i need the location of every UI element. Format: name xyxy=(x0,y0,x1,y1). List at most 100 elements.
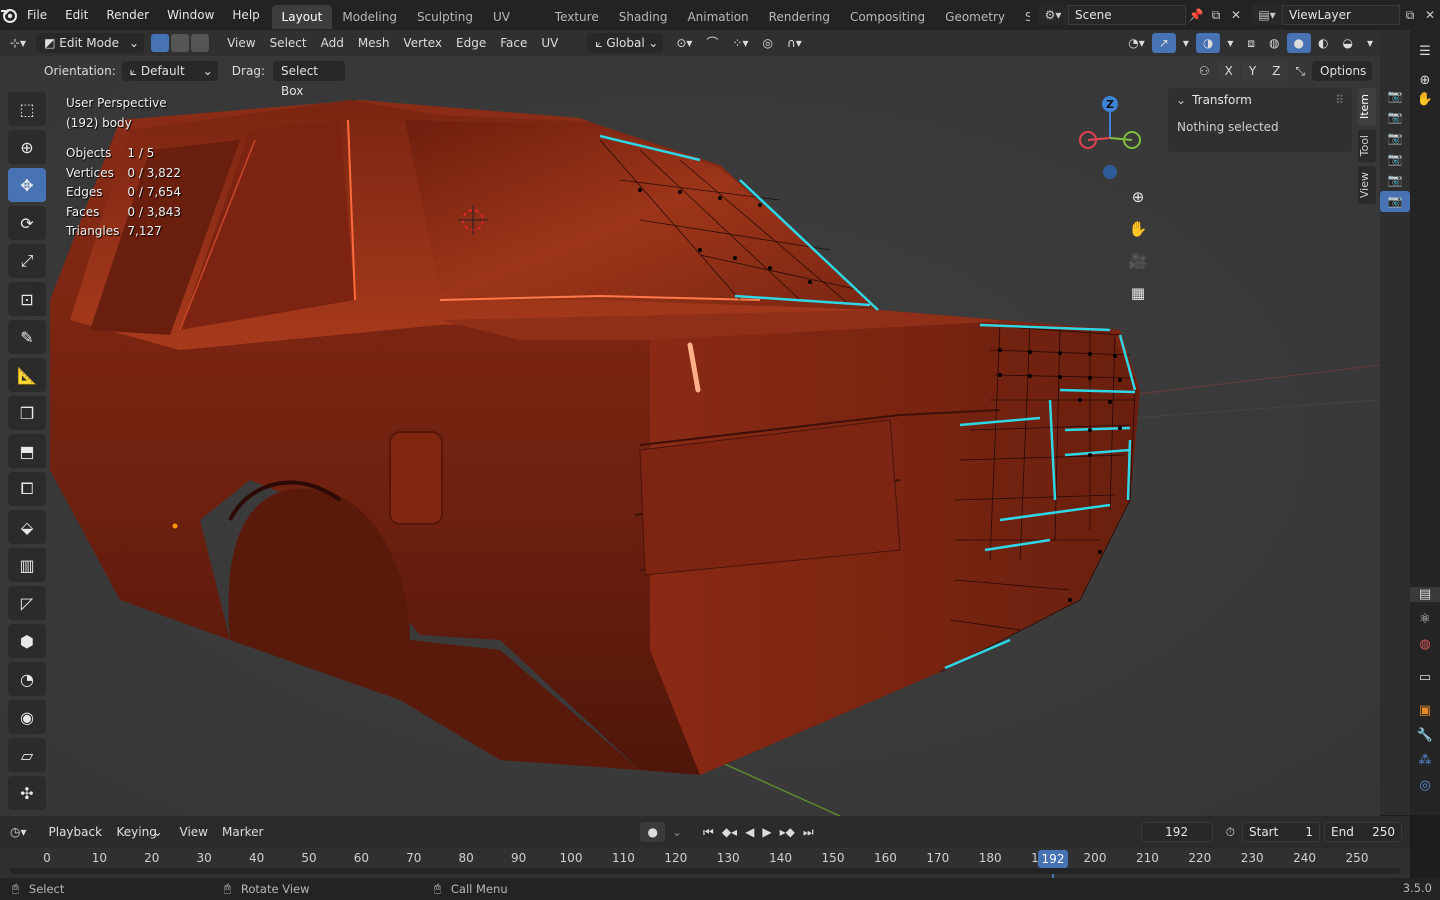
new-scene-icon[interactable]: ⧉ xyxy=(1206,5,1226,25)
material-shading-icon[interactable]: ◐ xyxy=(1311,33,1335,53)
timeline-ruler[interactable]: 0 10 20 30 40 50 60 70 80 90 100 110 120 130 140 150 160… xyxy=(0,848,1410,878)
edge-select-mode-icon[interactable] xyxy=(171,34,190,52)
zoom-icon[interactable]: ⊕ xyxy=(1124,183,1152,211)
camera-icon[interactable]: 📷 xyxy=(1380,170,1410,191)
properties-tool-icon[interactable]: ▤ xyxy=(1410,587,1440,602)
tab-scripting[interactable]: Scripting xyxy=(1015,5,1030,29)
visibility-icon[interactable]: ◔▾ xyxy=(1121,33,1152,53)
snap-icon[interactable]: ⌒ xyxy=(699,33,725,53)
tab-rendering[interactable]: Rendering xyxy=(759,5,840,29)
axis-y-toggle[interactable]: Y xyxy=(1241,61,1264,81)
tab-uv-editing[interactable]: UV Editing xyxy=(483,5,545,48)
overlay-dropdown-icon[interactable]: ▾ xyxy=(1220,33,1240,53)
shrink-fatten-tool-icon[interactable]: ✣ xyxy=(8,776,46,810)
select-box-tool-icon[interactable]: ⬚ xyxy=(8,92,46,126)
add-icon[interactable]: ⊕ xyxy=(1410,73,1440,88)
navigation-gizmo[interactable]: Z xyxy=(1076,92,1146,184)
axis-z-toggle[interactable]: Z xyxy=(1265,61,1288,81)
menu-add[interactable]: Add xyxy=(314,33,351,53)
outliner-icon[interactable]: ☰ xyxy=(1410,44,1440,59)
gizmo-dropdown-icon[interactable]: ▾ xyxy=(1176,33,1196,53)
drag-dropdown[interactable]: Select Box xyxy=(272,61,345,98)
snap-target-icon[interactable]: ⁘▾ xyxy=(725,33,755,53)
scene-name-field[interactable]: Scene xyxy=(1068,5,1186,25)
axis-x-toggle[interactable]: X xyxy=(1217,61,1240,81)
menu-mesh[interactable]: Mesh xyxy=(351,33,397,53)
playhead-frame[interactable]: 192 xyxy=(1038,850,1068,868)
camera-icon[interactable]: 📷 xyxy=(1380,191,1410,212)
world-props-icon[interactable]: ◍ xyxy=(1410,637,1440,652)
tab-item[interactable]: Item xyxy=(1358,88,1376,126)
auto-merge-icon[interactable]: ⤡ xyxy=(1288,61,1312,81)
drag-handle-icon[interactable]: ⠿ xyxy=(1335,93,1344,107)
shading-dropdown-icon[interactable]: ▾ xyxy=(1360,33,1380,53)
tab-layout[interactable]: Layout xyxy=(271,4,333,29)
new-viewlayer-icon[interactable]: ⧉ xyxy=(1400,5,1420,25)
menu-select[interactable]: Select xyxy=(263,33,314,53)
pin-icon[interactable]: 📌 xyxy=(1186,5,1206,25)
scale-tool-icon[interactable]: ⤢ xyxy=(8,244,46,278)
transform-section-header[interactable]: ⌄ Transform ⠿ xyxy=(1168,88,1352,112)
smooth-tool-icon[interactable]: ◉ xyxy=(8,700,46,734)
falloff-icon[interactable]: ∩▾ xyxy=(780,33,809,53)
play-reverse-icon[interactable]: ◀ xyxy=(741,822,758,842)
tab-animation[interactable]: Animation xyxy=(677,5,758,29)
solid-shading-icon[interactable]: ● xyxy=(1286,33,1311,53)
camera-icon[interactable]: 📷 xyxy=(1380,107,1410,128)
viewlayer-name-field[interactable]: ViewLayer xyxy=(1282,5,1400,25)
timeline-editor-type-icon[interactable]: ◷▾ xyxy=(0,822,37,842)
particles-props-icon[interactable]: ⁂ xyxy=(1410,753,1440,768)
play-icon[interactable]: ▶ xyxy=(758,822,775,842)
keyframe-type-icon[interactable]: ⌄ xyxy=(665,822,689,842)
collection-props-icon[interactable]: ▭ xyxy=(1410,670,1440,685)
object-props-icon[interactable]: ▣ xyxy=(1410,703,1440,718)
tab-view[interactable]: View xyxy=(1358,166,1376,205)
timeline-scrollbar[interactable] xyxy=(10,868,1400,874)
tab-sculpting[interactable]: Sculpting xyxy=(407,5,483,29)
tab-compositing[interactable]: Compositing xyxy=(840,5,935,29)
tab-shading[interactable]: Shading xyxy=(609,5,678,29)
tab-modeling[interactable]: Modeling xyxy=(332,5,407,29)
rotate-tool-icon[interactable]: ⟳ xyxy=(8,206,46,240)
delete-viewlayer-icon[interactable]: ✕ xyxy=(1420,5,1440,25)
rendered-shading-icon[interactable]: ◒ xyxy=(1335,33,1359,53)
vertex-select-mode-icon[interactable] xyxy=(151,34,170,52)
pivot-point-icon[interactable]: ⊙▾ xyxy=(669,33,699,53)
poly-build-tool-icon[interactable]: ⬢ xyxy=(8,624,46,658)
menu-uv[interactable]: UV xyxy=(534,33,565,53)
mode-dropdown[interactable]: ◩ Edit Mode ⌄ xyxy=(36,33,145,53)
gizmo-toggle-icon[interactable]: ↗ xyxy=(1151,33,1176,53)
menu-window[interactable]: Window xyxy=(158,0,223,30)
bevel-tool-icon[interactable]: ⬙ xyxy=(8,510,46,544)
menu-face[interactable]: Face xyxy=(493,33,534,53)
menu-help[interactable]: Help xyxy=(223,0,268,30)
wireframe-shading-icon[interactable]: ◍ xyxy=(1262,33,1286,53)
hand-icon[interactable]: ✋ xyxy=(1410,92,1440,107)
modifier-props-icon[interactable]: 🔧 xyxy=(1410,728,1440,743)
proportional-edit-icon[interactable]: ◎ xyxy=(756,33,780,53)
options-dropdown[interactable]: Options ⌄ xyxy=(1312,61,1372,98)
keying-menu[interactable]: Keying ⌄ xyxy=(108,822,167,842)
extrude-tool-icon[interactable]: ⬒ xyxy=(8,434,46,468)
add-cube-tool-icon[interactable]: ❒ xyxy=(8,396,46,430)
orientation-dropdown[interactable]: ⟀ Default ⌄ xyxy=(121,61,218,81)
3d-viewport[interactable] xyxy=(0,56,1380,816)
measure-tool-icon[interactable]: 📐 xyxy=(8,358,46,392)
xray-icon[interactable]: ⧈ xyxy=(1240,33,1262,53)
mirror-icon[interactable]: ⚇ xyxy=(1192,61,1217,81)
viewlayer-browse-icon[interactable]: ▤▾ xyxy=(1252,4,1282,26)
end-frame-field[interactable]: End 250 xyxy=(1324,822,1402,842)
spin-tool-icon[interactable]: ◔ xyxy=(8,662,46,696)
menu-file[interactable]: File xyxy=(18,0,56,30)
start-frame-field[interactable]: Start 1 xyxy=(1242,822,1320,842)
jump-start-icon[interactable]: ⏮ xyxy=(699,822,718,842)
timeline-marker-menu[interactable]: Marker xyxy=(215,822,270,842)
jump-end-icon[interactable]: ⏭ xyxy=(799,822,818,842)
edge-slide-tool-icon[interactable]: ▱ xyxy=(8,738,46,772)
face-select-mode-icon[interactable] xyxy=(191,34,210,52)
menu-edit[interactable]: Edit xyxy=(56,0,97,30)
menu-render[interactable]: Render xyxy=(97,0,158,30)
scene-props-icon[interactable]: ⚛ xyxy=(1410,612,1440,627)
camera-icon[interactable]: 📷 xyxy=(1380,149,1410,170)
move-tool-icon[interactable]: ✥ xyxy=(8,168,46,202)
